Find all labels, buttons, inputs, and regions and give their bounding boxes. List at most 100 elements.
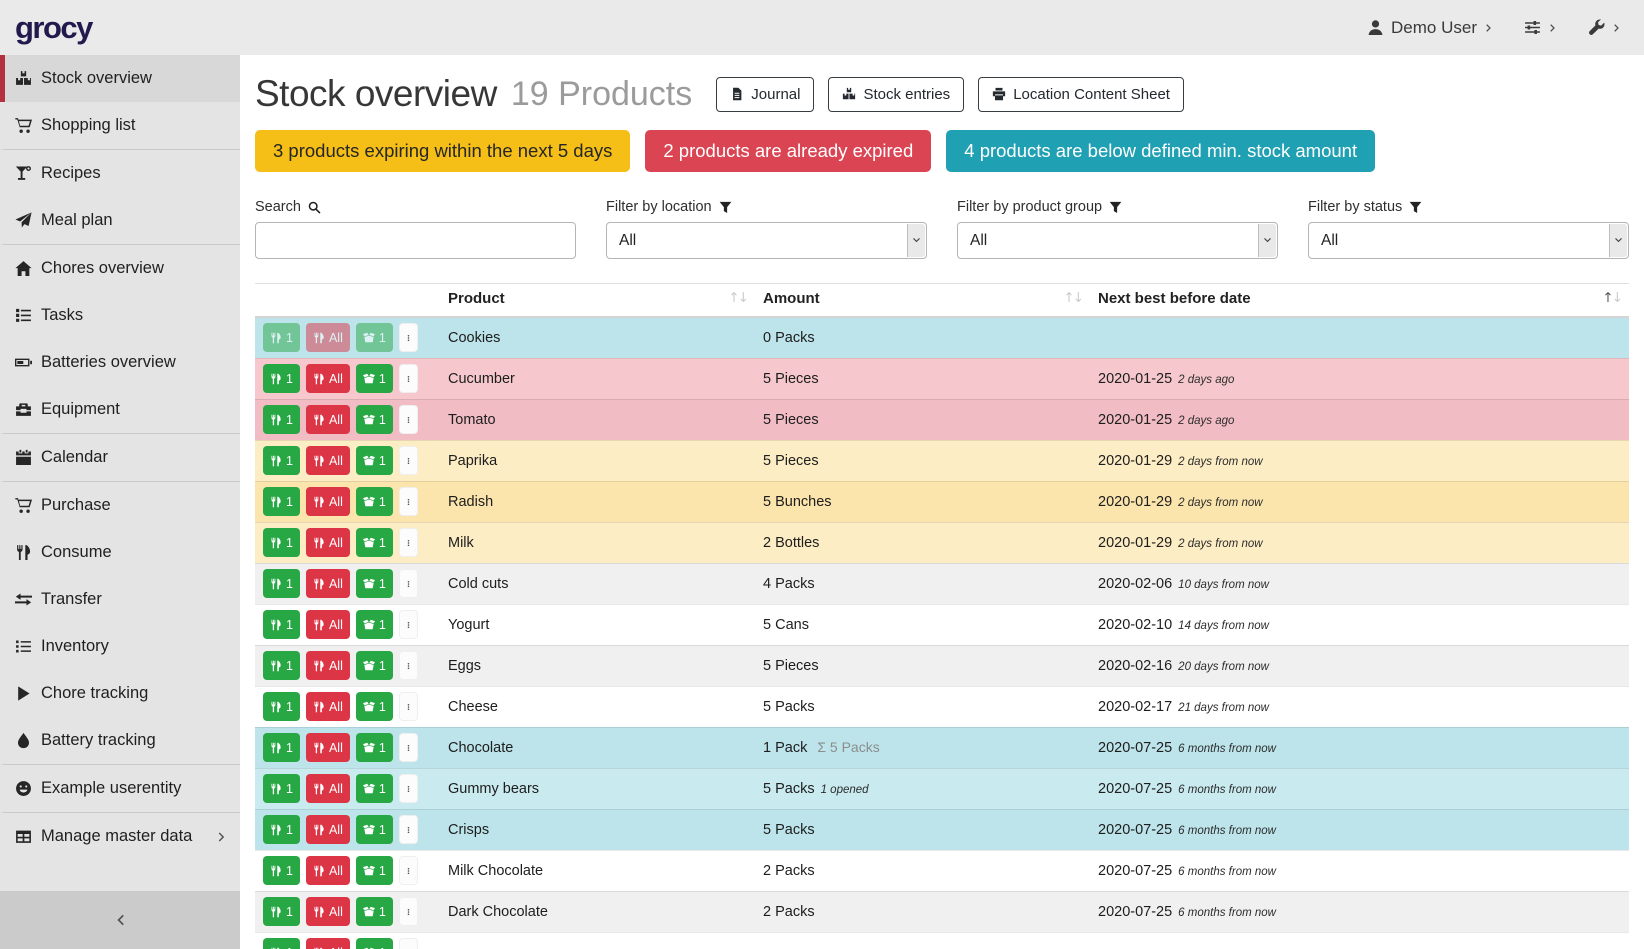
actions-cell: 1 All 1 bbox=[255, 645, 440, 686]
status-select[interactable]: All bbox=[1308, 222, 1629, 259]
consume-all-button[interactable]: All bbox=[306, 610, 350, 639]
row-menu-button[interactable] bbox=[399, 774, 418, 803]
consume-all-button[interactable]: All bbox=[306, 692, 350, 721]
consume-all-button[interactable]: All bbox=[306, 364, 350, 393]
consume-one-button[interactable]: 1 bbox=[263, 897, 300, 926]
sidebar-item-example-userentity[interactable]: Example userentity bbox=[0, 764, 240, 812]
consume-one-button[interactable]: 1 bbox=[263, 692, 300, 721]
alert-expired[interactable]: 2 products are already expired bbox=[645, 130, 931, 172]
consume-all-button[interactable]: All bbox=[306, 487, 350, 516]
settings-menu[interactable] bbox=[1524, 19, 1558, 36]
amount-column-header[interactable]: Amount ↑↓ bbox=[755, 284, 1090, 318]
sidebar-item-chores-overview[interactable]: Chores overview bbox=[0, 244, 240, 292]
sidebar-item-purchase[interactable]: Purchase bbox=[0, 481, 240, 529]
sidebar-item-transfer[interactable]: Transfer bbox=[0, 576, 240, 623]
sidebar-item-calendar[interactable]: Calendar bbox=[0, 433, 240, 481]
open-one-button[interactable]: 1 bbox=[356, 323, 393, 352]
consume-all-button[interactable]: All bbox=[306, 405, 350, 434]
consume-all-button[interactable]: All bbox=[306, 856, 350, 885]
sidebar-item-tasks[interactable]: Tasks bbox=[0, 292, 240, 339]
sidebar-item-stock-overview[interactable]: Stock overview bbox=[0, 55, 240, 102]
best-before-column-header[interactable]: Next best before date ↑↓ bbox=[1090, 284, 1629, 318]
consume-one-button[interactable]: 1 bbox=[263, 569, 300, 598]
consume-all-button[interactable]: All bbox=[306, 528, 350, 557]
location-content-sheet-button[interactable]: Location Content Sheet bbox=[978, 77, 1184, 112]
sidebar-item-meal-plan[interactable]: Meal plan bbox=[0, 197, 240, 244]
consume-one-button[interactable]: 1 bbox=[263, 938, 300, 949]
admin-menu[interactable] bbox=[1588, 19, 1622, 36]
open-one-button[interactable]: 1 bbox=[356, 364, 393, 393]
row-menu-button[interactable] bbox=[399, 651, 418, 680]
collapse-sidebar-icon[interactable] bbox=[113, 913, 127, 927]
open-one-button[interactable]: 1 bbox=[356, 815, 393, 844]
row-menu-button[interactable] bbox=[399, 692, 418, 721]
row-menu-button[interactable] bbox=[399, 856, 418, 885]
open-one-button[interactable]: 1 bbox=[356, 733, 393, 762]
consume-all-button[interactable]: All bbox=[306, 569, 350, 598]
consume-one-button[interactable]: 1 bbox=[263, 487, 300, 516]
sidebar-item-chore-tracking[interactable]: Chore tracking bbox=[0, 670, 240, 717]
consume-one-button[interactable]: 1 bbox=[263, 446, 300, 475]
open-one-button[interactable]: 1 bbox=[356, 692, 393, 721]
row-menu-button[interactable] bbox=[399, 897, 418, 926]
sidebar-item-recipes[interactable]: Recipes bbox=[0, 149, 240, 197]
row-menu-button[interactable] bbox=[399, 364, 418, 393]
sidebar-item-shopping-list[interactable]: Shopping list bbox=[0, 102, 240, 149]
sidebar-item-manage-master-data[interactable]: Manage master data bbox=[0, 812, 240, 860]
open-one-button[interactable]: 1 bbox=[356, 610, 393, 639]
consume-one-button[interactable]: 1 bbox=[263, 774, 300, 803]
open-one-button[interactable]: 1 bbox=[356, 528, 393, 557]
sidebar-item-battery-tracking[interactable]: Battery tracking bbox=[0, 717, 240, 764]
consume-one-button[interactable]: 1 bbox=[263, 528, 300, 557]
open-one-button[interactable]: 1 bbox=[356, 651, 393, 680]
consume-one-button[interactable]: 1 bbox=[263, 651, 300, 680]
consume-all-button[interactable]: All bbox=[306, 897, 350, 926]
open-one-button[interactable]: 1 bbox=[356, 897, 393, 926]
sidebar-item-consume[interactable]: Consume bbox=[0, 529, 240, 576]
open-one-button[interactable]: 1 bbox=[356, 856, 393, 885]
grocy-logo[interactable]: grocy bbox=[15, 10, 92, 46]
sidebar-item-batteries-overview[interactable]: Batteries overview bbox=[0, 339, 240, 386]
row-menu-button[interactable] bbox=[399, 487, 418, 516]
product-column-header[interactable]: Product ↑↓ bbox=[440, 284, 755, 318]
open-one-button[interactable]: 1 bbox=[356, 938, 393, 949]
consume-all-button[interactable]: All bbox=[306, 938, 350, 949]
consume-one-button[interactable]: 1 bbox=[263, 856, 300, 885]
consume-one-button[interactable]: 1 bbox=[263, 733, 300, 762]
alert-expiring-soon[interactable]: 3 products expiring within the next 5 da… bbox=[255, 130, 630, 172]
row-menu-button[interactable] bbox=[399, 569, 418, 598]
search-input[interactable] bbox=[255, 222, 576, 259]
consume-all-button[interactable]: All bbox=[306, 815, 350, 844]
consume-all-button[interactable]: All bbox=[306, 651, 350, 680]
user-menu[interactable]: Demo User bbox=[1367, 18, 1494, 38]
consume-all-button[interactable]: All bbox=[306, 323, 350, 352]
consume-one-button[interactable]: 1 bbox=[263, 610, 300, 639]
consume-all-button[interactable]: All bbox=[306, 733, 350, 762]
sidebar-item-inventory[interactable]: Inventory bbox=[0, 623, 240, 670]
row-menu-button[interactable] bbox=[399, 938, 418, 949]
consume-one-button[interactable]: 1 bbox=[263, 323, 300, 352]
open-one-button[interactable]: 1 bbox=[356, 569, 393, 598]
row-menu-button[interactable] bbox=[399, 446, 418, 475]
row-menu-button[interactable] bbox=[399, 610, 418, 639]
product-group-select[interactable]: All bbox=[957, 222, 1278, 259]
row-menu-button[interactable] bbox=[399, 323, 418, 352]
open-one-button[interactable]: 1 bbox=[356, 774, 393, 803]
row-menu-button[interactable] bbox=[399, 815, 418, 844]
open-one-button[interactable]: 1 bbox=[356, 405, 393, 434]
consume-one-button[interactable]: 1 bbox=[263, 364, 300, 393]
alert-below-min-stock[interactable]: 4 products are below defined min. stock … bbox=[946, 130, 1375, 172]
row-menu-button[interactable] bbox=[399, 733, 418, 762]
consume-all-button[interactable]: All bbox=[306, 446, 350, 475]
location-select[interactable]: All bbox=[606, 222, 927, 259]
journal-button[interactable]: Journal bbox=[716, 77, 814, 112]
consume-one-button[interactable]: 1 bbox=[263, 405, 300, 434]
open-one-button[interactable]: 1 bbox=[356, 487, 393, 516]
consume-one-button[interactable]: 1 bbox=[263, 815, 300, 844]
open-one-button[interactable]: 1 bbox=[356, 446, 393, 475]
consume-all-button[interactable]: All bbox=[306, 774, 350, 803]
row-menu-button[interactable] bbox=[399, 405, 418, 434]
row-menu-button[interactable] bbox=[399, 528, 418, 557]
sidebar-item-equipment[interactable]: Equipment bbox=[0, 386, 240, 433]
stock-entries-button[interactable]: Stock entries bbox=[828, 77, 964, 112]
